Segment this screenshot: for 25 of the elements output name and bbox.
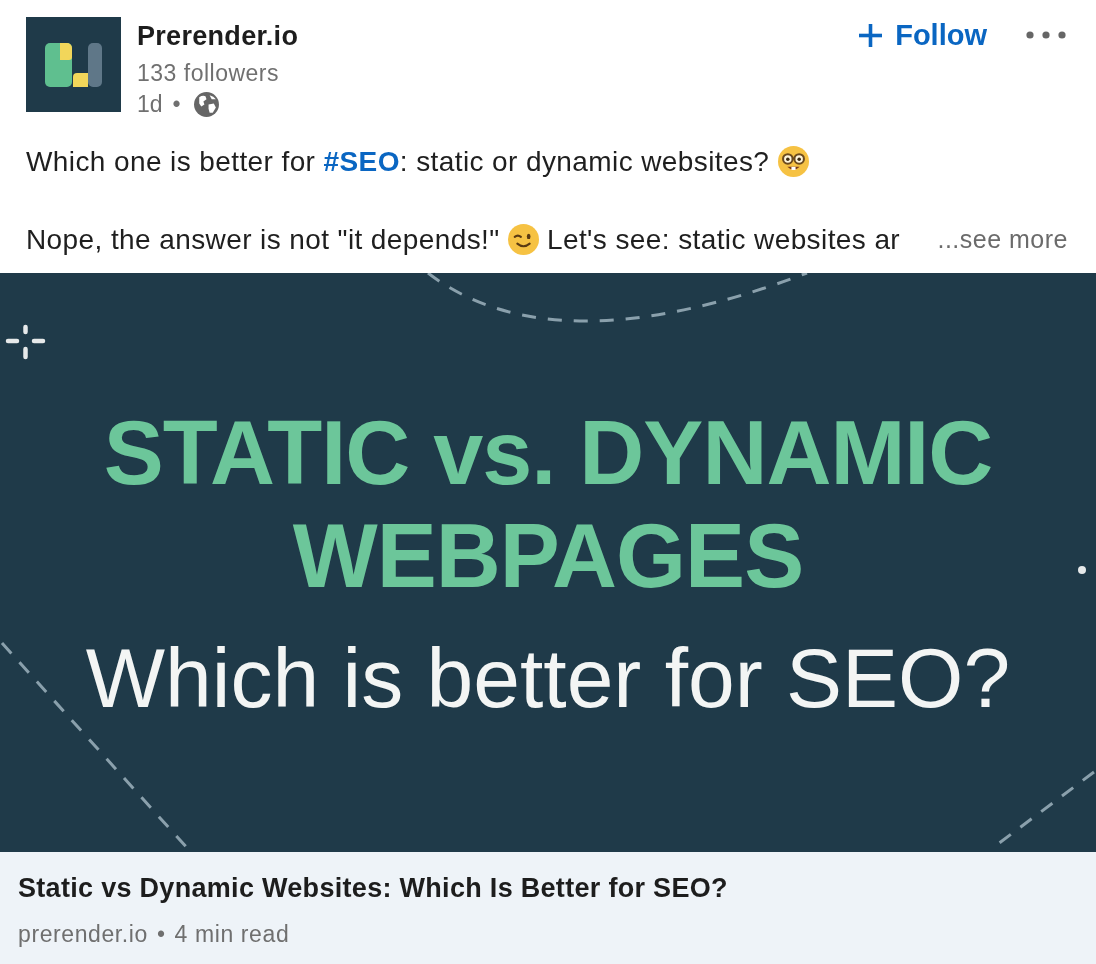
winking-face-icon	[507, 224, 539, 255]
globe-icon	[192, 90, 220, 118]
company-logo-icon[interactable]	[26, 17, 121, 112]
post-age: 1d	[137, 91, 163, 117]
post-text: Nope, the answer is not "it depends!" Let's see: static websites ar	[26, 223, 901, 257]
post-text: Which one is better for #SEO: static or dynamic websites?	[26, 142, 809, 181]
see-more-link[interactable]: ...see more	[937, 220, 1068, 259]
hashtag-link[interactable]: #SEO	[323, 146, 400, 177]
banner-title-line: WEBPAGES	[292, 505, 804, 608]
author-name[interactable]: Prerender.io	[137, 20, 299, 52]
nerd-face-icon	[777, 146, 809, 177]
read-time: 4 min read	[174, 920, 290, 948]
more-options-icon[interactable]	[1025, 30, 1067, 40]
plus-icon	[859, 23, 883, 47]
separator-dot: •	[172, 91, 181, 117]
article-title[interactable]: Static vs Dynamic Websites: Which Is Better for SEO?	[18, 872, 728, 904]
banner-subtitle: Which is better for SEO?	[85, 630, 1011, 727]
preview-banner[interactable]: STATIC vs. DYNAMIC WEBPAGES Which is better for SEO?	[0, 273, 1096, 852]
follower-count: 133 followers	[137, 59, 280, 88]
banner-title-line: STATIC vs. DYNAMIC	[103, 402, 993, 505]
sparkle-icon	[5, 324, 46, 360]
separator-dot: •	[156, 920, 166, 948]
follow-button[interactable]: Follow	[859, 15, 987, 55]
dot-icon	[1078, 566, 1086, 574]
source-domain: prerender.io	[18, 920, 148, 948]
